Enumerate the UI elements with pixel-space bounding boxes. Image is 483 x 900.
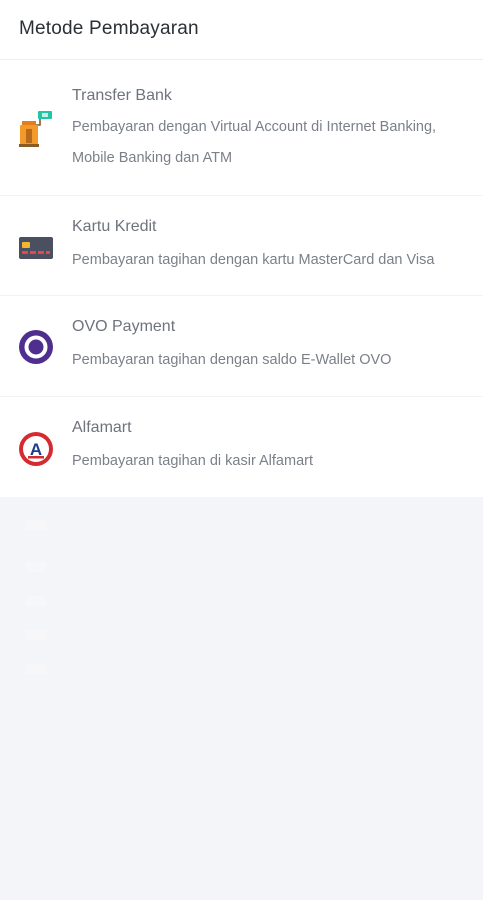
method-title: Alfamart <box>72 419 132 436</box>
method-description: Pembayaran dengan Virtual Account di Int… <box>72 119 437 166</box>
payment-method-list: Transfer Bank Pembayaran dengan Virtual … <box>0 60 483 497</box>
background-mark <box>26 630 46 640</box>
payment-method-alfamart[interactable]: A Alfamart Pembayaran tagihan di kasir A… <box>0 397 483 497</box>
payment-method-ovo[interactable]: OVO Payment Pembayaran tagihan dengan sa… <box>0 296 483 397</box>
method-title: OVO Payment <box>72 318 176 335</box>
background-mark <box>26 520 46 530</box>
method-title: Transfer Bank <box>72 87 172 104</box>
method-description: Pembayaran tagihan dengan kartu MasterCa… <box>72 252 435 268</box>
credit-card-icon <box>18 230 54 266</box>
payment-method-credit-card[interactable]: Kartu Kredit Pembayaran tagihan dengan k… <box>0 196 483 296</box>
method-title: Kartu Kredit <box>72 218 157 235</box>
background-mark <box>26 562 46 572</box>
ovo-icon <box>18 329 54 365</box>
background-mark <box>26 664 46 674</box>
alfamart-icon: A <box>18 431 54 467</box>
bank-transfer-icon <box>18 111 54 147</box>
method-description: Pembayaran tagihan dengan saldo E-Wallet… <box>72 352 392 368</box>
method-description: Pembayaran tagihan di kasir Alfamart <box>72 453 313 469</box>
background-mark <box>26 596 46 606</box>
payment-method-transfer-bank[interactable]: Transfer Bank Pembayaran dengan Virtual … <box>0 60 483 196</box>
page-title: Metode Pembayaran <box>19 18 199 39</box>
app-header: Metode Pembayaran <box>0 0 483 60</box>
